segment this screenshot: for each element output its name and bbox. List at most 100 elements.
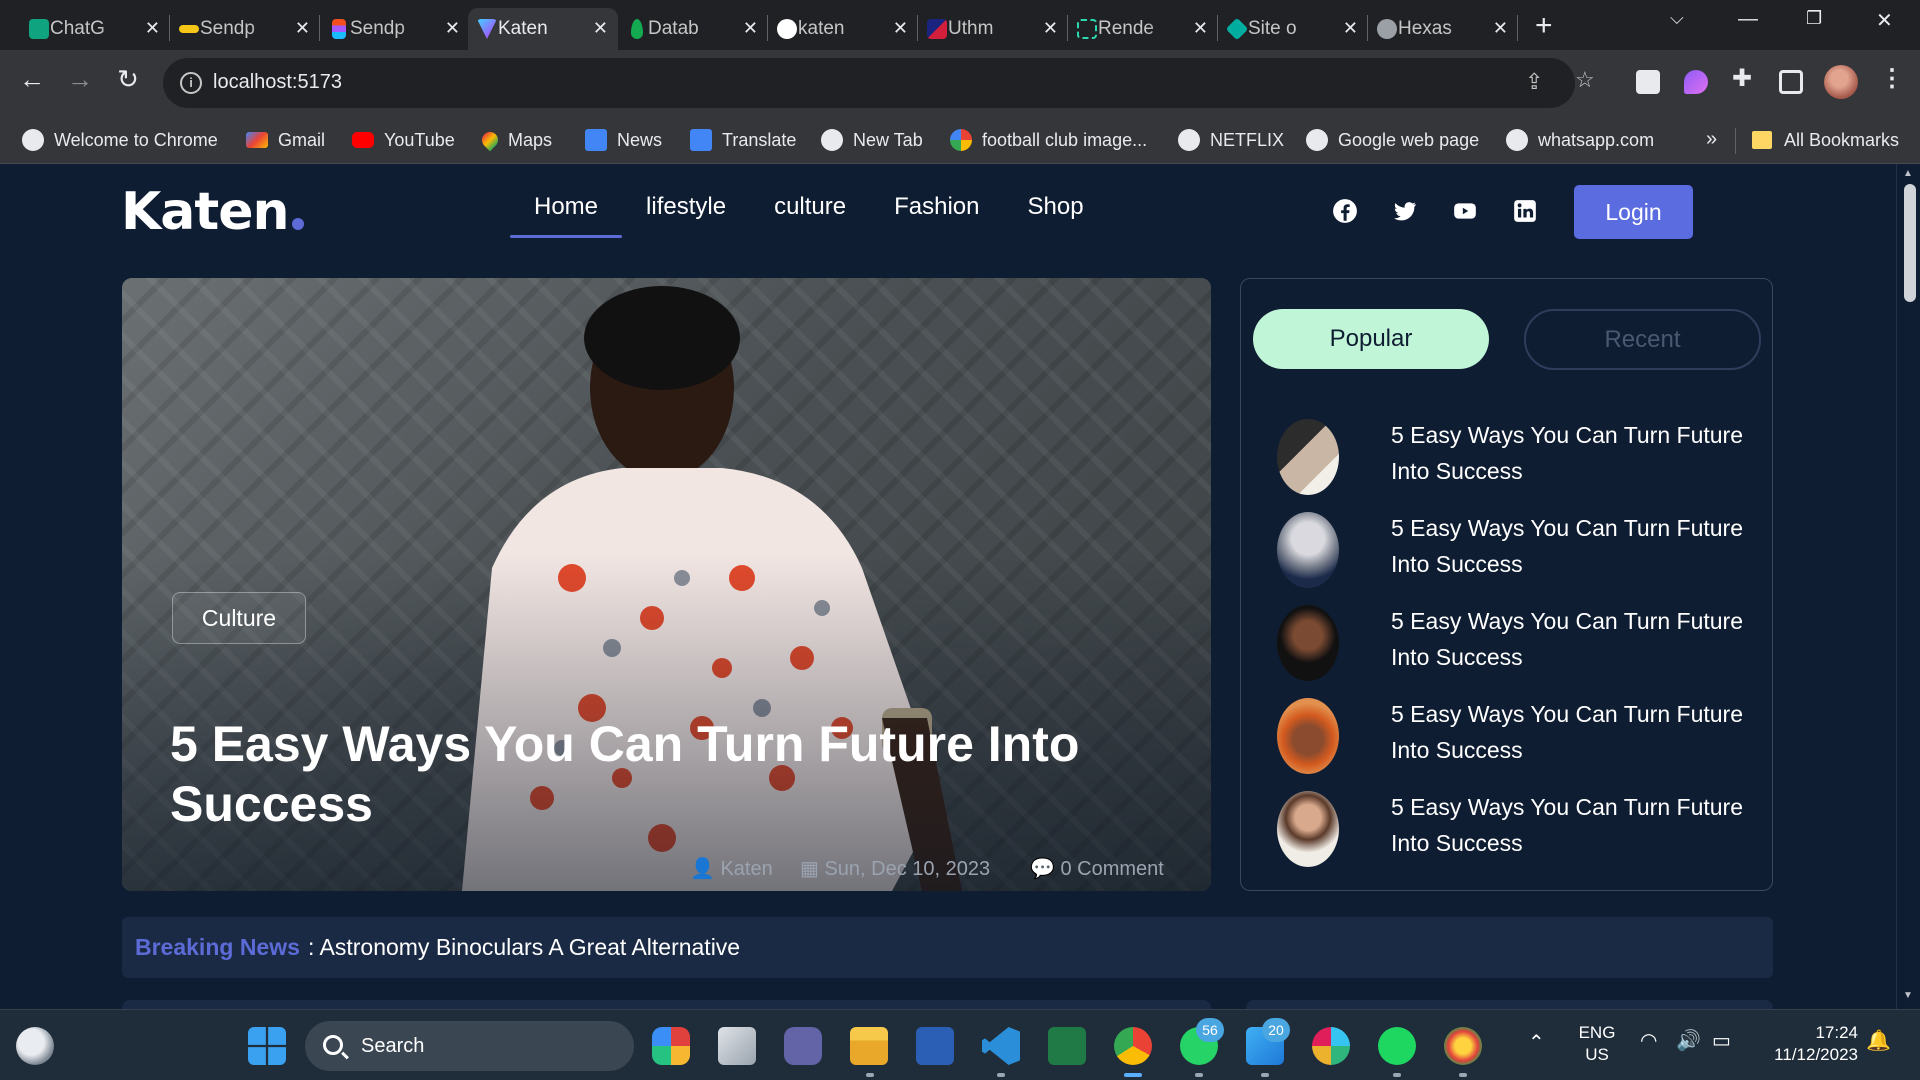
site-logo[interactable]: Katen: [121, 182, 290, 242]
notification-bell-icon[interactable]: 🔔: [1866, 1030, 1891, 1052]
weather-icon[interactable]: [16, 1027, 54, 1065]
close-icon[interactable]: ✕: [1043, 18, 1058, 39]
bookmark-item[interactable]: football club image...: [950, 126, 1147, 154]
category-badge[interactable]: Culture: [172, 592, 306, 644]
browser-tab-5[interactable]: Datab ✕: [618, 8, 768, 50]
clock[interactable]: 17:24 11/12/2023: [1758, 1022, 1858, 1066]
browser-tab-9[interactable]: Site o ✕: [1218, 8, 1368, 50]
close-window-icon[interactable]: ✕: [1876, 8, 1893, 33]
browser-tab-8[interactable]: Rende ✕: [1068, 8, 1218, 50]
close-icon[interactable]: ✕: [1193, 18, 1208, 39]
tab-recent[interactable]: Recent: [1524, 309, 1761, 370]
bookmark-star-icon[interactable]: ☆: [1575, 67, 1595, 93]
reload-icon[interactable]: ↻: [110, 64, 146, 100]
file-explorer-icon[interactable]: [850, 1027, 888, 1065]
close-icon[interactable]: ✕: [445, 18, 460, 39]
scroll-down-icon[interactable]: ▼: [1903, 990, 1913, 1001]
site-info-icon[interactable]: i: [180, 72, 202, 94]
close-icon[interactable]: ✕: [145, 18, 160, 39]
nav-home[interactable]: Home: [510, 192, 623, 238]
nav-shop[interactable]: Shop: [1004, 192, 1108, 238]
author-name[interactable]: Katen: [720, 858, 772, 880]
sidebar-post[interactable]: 5 Easy Ways You Can Turn Future Into Suc…: [1277, 597, 1747, 681]
address-bar[interactable]: i localhost:5173 ⇪ ☆: [163, 58, 1595, 108]
nav-culture[interactable]: culture: [750, 192, 870, 238]
post-title[interactable]: 5 Easy Ways You Can Turn Future Into Suc…: [1391, 696, 1751, 768]
browser-tab-active[interactable]: Katen ✕: [468, 8, 618, 50]
extensions-puzzle-icon[interactable]: ✚: [1732, 64, 1756, 92]
close-icon[interactable]: ✕: [593, 18, 608, 39]
bookmark-item[interactable]: Google web page: [1306, 126, 1479, 154]
sidebar-post[interactable]: 5 Easy Ways You Can Turn Future Into Suc…: [1277, 411, 1747, 495]
battery-icon[interactable]: ▭: [1712, 1030, 1731, 1052]
sidebar-post[interactable]: 5 Easy Ways You Can Turn Future Into Suc…: [1277, 690, 1747, 774]
profile-avatar[interactable]: [1824, 65, 1858, 99]
bookmark-item[interactable]: whatsapp.com: [1506, 126, 1654, 154]
post-title[interactable]: 5 Easy Ways You Can Turn Future Into Suc…: [1391, 510, 1751, 582]
page-scrollbar[interactable]: ▲ ▼: [1896, 164, 1920, 1009]
word-icon[interactable]: [916, 1027, 954, 1065]
close-icon[interactable]: ✕: [893, 18, 908, 39]
language-indicator[interactable]: ENG US: [1574, 1022, 1620, 1066]
close-icon[interactable]: ✕: [1493, 18, 1508, 39]
all-bookmarks-button[interactable]: All Bookmarks: [1752, 126, 1899, 154]
tray-chevron-icon[interactable]: ⌃: [1528, 1032, 1545, 1054]
hero-title[interactable]: 5 Easy Ways You Can Turn Future Into Suc…: [170, 714, 1170, 834]
breaking-news-headline[interactable]: : Astronomy Binoculars A Great Alternati…: [308, 934, 740, 961]
tab-search-chevron-icon[interactable]: ⌵: [1670, 8, 1684, 29]
vscode-icon[interactable]: [982, 1027, 1020, 1065]
excel-icon[interactable]: [1048, 1027, 1086, 1065]
teams-chat-icon[interactable]: [784, 1027, 822, 1065]
browser-tab-6[interactable]: katen ✕: [768, 8, 918, 50]
copilot-icon[interactable]: [652, 1027, 690, 1065]
browser-tab-1[interactable]: ChatG ✕: [20, 8, 170, 50]
youtube-icon[interactable]: [1452, 198, 1478, 224]
taskbar-search[interactable]: Search: [305, 1021, 634, 1071]
close-icon[interactable]: ✕: [743, 18, 758, 39]
sidebar-post[interactable]: 5 Easy Ways You Can Turn Future Into Suc…: [1277, 783, 1747, 867]
restore-icon[interactable]: ❐: [1806, 8, 1822, 29]
post-title[interactable]: 5 Easy Ways You Can Turn Future Into Suc…: [1391, 603, 1751, 675]
forward-arrow-icon[interactable]: →: [62, 64, 98, 100]
slack-icon[interactable]: [1312, 1027, 1350, 1065]
app-icon[interactable]: [1444, 1027, 1482, 1065]
windows-start-icon[interactable]: [248, 1027, 286, 1065]
chrome-icon[interactable]: [1114, 1027, 1152, 1065]
twitter-icon[interactable]: [1392, 198, 1418, 224]
new-tab-button[interactable]: +: [1535, 9, 1553, 43]
featured-post-card[interactable]: Culture 5 Easy Ways You Can Turn Future …: [122, 278, 1211, 891]
volume-icon[interactable]: 🔊: [1676, 1030, 1701, 1052]
comment-count[interactable]: 0 Comment: [1060, 858, 1163, 880]
extension-t-icon[interactable]: [1636, 70, 1660, 94]
minimize-icon[interactable]: —: [1738, 8, 1758, 31]
bookmark-item[interactable]: New Tab: [821, 126, 923, 154]
menu-kebab-icon[interactable]: ⋮: [1880, 64, 1904, 93]
back-arrow-icon[interactable]: ←: [14, 64, 50, 100]
close-icon[interactable]: ✕: [295, 18, 310, 39]
bookmark-item[interactable]: Welcome to Chrome: [22, 126, 218, 154]
facebook-icon[interactable]: [1332, 198, 1358, 224]
spotify-icon[interactable]: [1378, 1027, 1416, 1065]
post-title[interactable]: 5 Easy Ways You Can Turn Future Into Suc…: [1391, 789, 1751, 861]
wifi-icon[interactable]: ◠: [1640, 1030, 1657, 1052]
tab-popular[interactable]: Popular: [1253, 309, 1489, 369]
scrollbar-thumb[interactable]: [1904, 184, 1916, 302]
extension-purple-icon[interactable]: [1684, 70, 1708, 94]
side-panel-icon[interactable]: [1779, 70, 1803, 94]
share-icon[interactable]: ⇪: [1525, 69, 1543, 95]
post-title[interactable]: 5 Easy Ways You Can Turn Future Into Suc…: [1391, 417, 1751, 489]
bookmark-item[interactable]: NETFLIX: [1178, 126, 1284, 154]
bookmark-item[interactable]: Translate: [690, 126, 796, 154]
url-text[interactable]: localhost:5173: [213, 71, 342, 94]
task-view-icon[interactable]: [718, 1027, 756, 1065]
browser-tab-10[interactable]: Hexas ✕: [1368, 8, 1518, 50]
bookmark-item[interactable]: News: [585, 126, 662, 154]
bookmarks-overflow-icon[interactable]: »: [1706, 128, 1717, 151]
bookmark-item[interactable]: Maps: [478, 126, 552, 154]
browser-tab-3[interactable]: Sendp ✕: [320, 8, 470, 50]
scroll-up-icon[interactable]: ▲: [1903, 168, 1913, 179]
browser-tab-7[interactable]: Uthm ✕: [918, 8, 1068, 50]
nav-fashion[interactable]: Fashion: [870, 192, 1003, 238]
bookmark-item[interactable]: Gmail: [246, 126, 325, 154]
nav-lifestyle[interactable]: lifestyle: [622, 192, 750, 238]
